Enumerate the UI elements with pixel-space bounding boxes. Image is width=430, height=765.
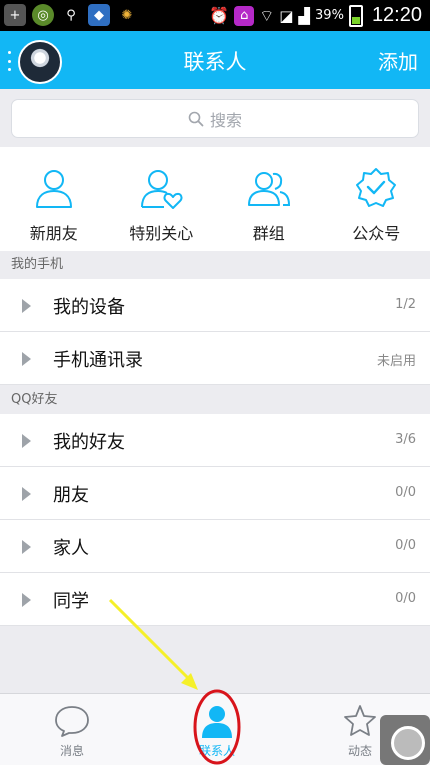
usb-icon: ⚲: [66, 7, 76, 23]
home-icon: ⌂: [234, 5, 255, 26]
assistive-touch-button[interactable]: [380, 715, 430, 765]
bottom-tab-bar: 消息 联系人 动态: [0, 693, 430, 765]
caret-right-icon: [22, 487, 31, 501]
signal-icon: ▟: [298, 6, 311, 25]
clock: 12:20: [371, 4, 422, 26]
annotation-arrowhead: [181, 673, 198, 690]
list-item[interactable]: 家人 0/0: [0, 520, 430, 573]
group-name: 我的好友: [53, 432, 125, 453]
battery-icon: [348, 4, 363, 27]
search-icon: [188, 111, 204, 126]
quick-entries: 新朋友 特别关心 群组 公众号: [0, 147, 430, 251]
quick-entry-official-accounts[interactable]: 公众号: [323, 147, 430, 251]
list-item[interactable]: 同学 0/0: [0, 573, 430, 626]
fan-icon: ✺: [121, 7, 133, 23]
alarm-icon: ⏰: [209, 6, 230, 25]
group-name: 同学: [53, 591, 89, 612]
status-bar: + ◎ ⚲ ◆ ✺ ⏰ ⌂ ⌔ ◪ ▟ 39% 12:20: [0, 0, 430, 31]
group-name: 家人: [53, 538, 89, 559]
list-item[interactable]: 我的设备 1/2: [0, 279, 430, 332]
plus-icon: +: [4, 4, 26, 26]
star-icon: [344, 705, 376, 736]
person-heart-icon: [141, 170, 183, 209]
group-count: 3/6: [395, 432, 416, 447]
list-item[interactable]: 我的好友 3/6: [0, 414, 430, 467]
group-count: 未启用: [376, 354, 416, 369]
group-count: 0/0: [395, 538, 416, 553]
group-icon: [247, 172, 290, 206]
quick-entry-groups[interactable]: 群组: [215, 147, 323, 251]
group-name: 我的设备: [53, 297, 125, 318]
person-icon: [35, 170, 72, 208]
group-count: 0/0: [395, 591, 416, 606]
group-count: 1/2: [395, 297, 416, 312]
app-icon: ◎: [32, 4, 54, 26]
contact-person-icon: [202, 706, 232, 738]
caret-right-icon: [22, 593, 31, 607]
quick-entry-special-care[interactable]: 特别关心: [108, 147, 216, 251]
tab-messages[interactable]: 消息: [32, 704, 112, 759]
battery-percent: 39%: [315, 8, 344, 23]
caret-right-icon: [22, 352, 31, 366]
tab-contacts[interactable]: 联系人: [177, 704, 257, 759]
add-button[interactable]: 添加: [378, 46, 418, 75]
section-title-qq-friends: QQ好友: [0, 386, 430, 414]
badge-check-icon: [356, 168, 397, 207]
quick-entry-label: 公众号: [352, 224, 401, 243]
quick-entry-label: 特别关心: [129, 224, 194, 243]
caret-right-icon: [22, 299, 31, 313]
search-placeholder: 搜索: [209, 110, 242, 130]
group-name: 朋友: [53, 485, 89, 506]
shield-icon: ◆: [88, 4, 110, 26]
list-item[interactable]: 朋友 0/0: [0, 467, 430, 520]
group-count: 0/0: [395, 485, 416, 500]
tab-label: 消息: [59, 744, 84, 758]
notification-icons: + ◎ ⚲ ◆ ✺: [4, 4, 138, 26]
search-bar: 搜索: [0, 89, 430, 147]
no-signal-icon: ◪: [279, 6, 294, 25]
section-title-my-phone: 我的手机: [0, 251, 430, 279]
quick-entry-new-friends[interactable]: 新朋友: [0, 147, 108, 251]
quick-entry-label: 群组: [252, 224, 285, 243]
list-item[interactable]: 手机通讯录 未启用: [0, 332, 430, 385]
caret-right-icon: [22, 434, 31, 448]
chat-bubble-icon: [55, 706, 89, 737]
page-title: 联系人: [183, 50, 247, 74]
caret-right-icon: [22, 540, 31, 554]
search-input[interactable]: 搜索: [11, 99, 419, 138]
app-header: 联系人 添加: [0, 31, 430, 89]
group-name: 手机通讯录: [53, 350, 143, 371]
quick-entry-label: 新朋友: [29, 224, 78, 243]
tab-label: 联系人: [198, 744, 235, 758]
wifi-icon: ⌔: [259, 5, 275, 25]
